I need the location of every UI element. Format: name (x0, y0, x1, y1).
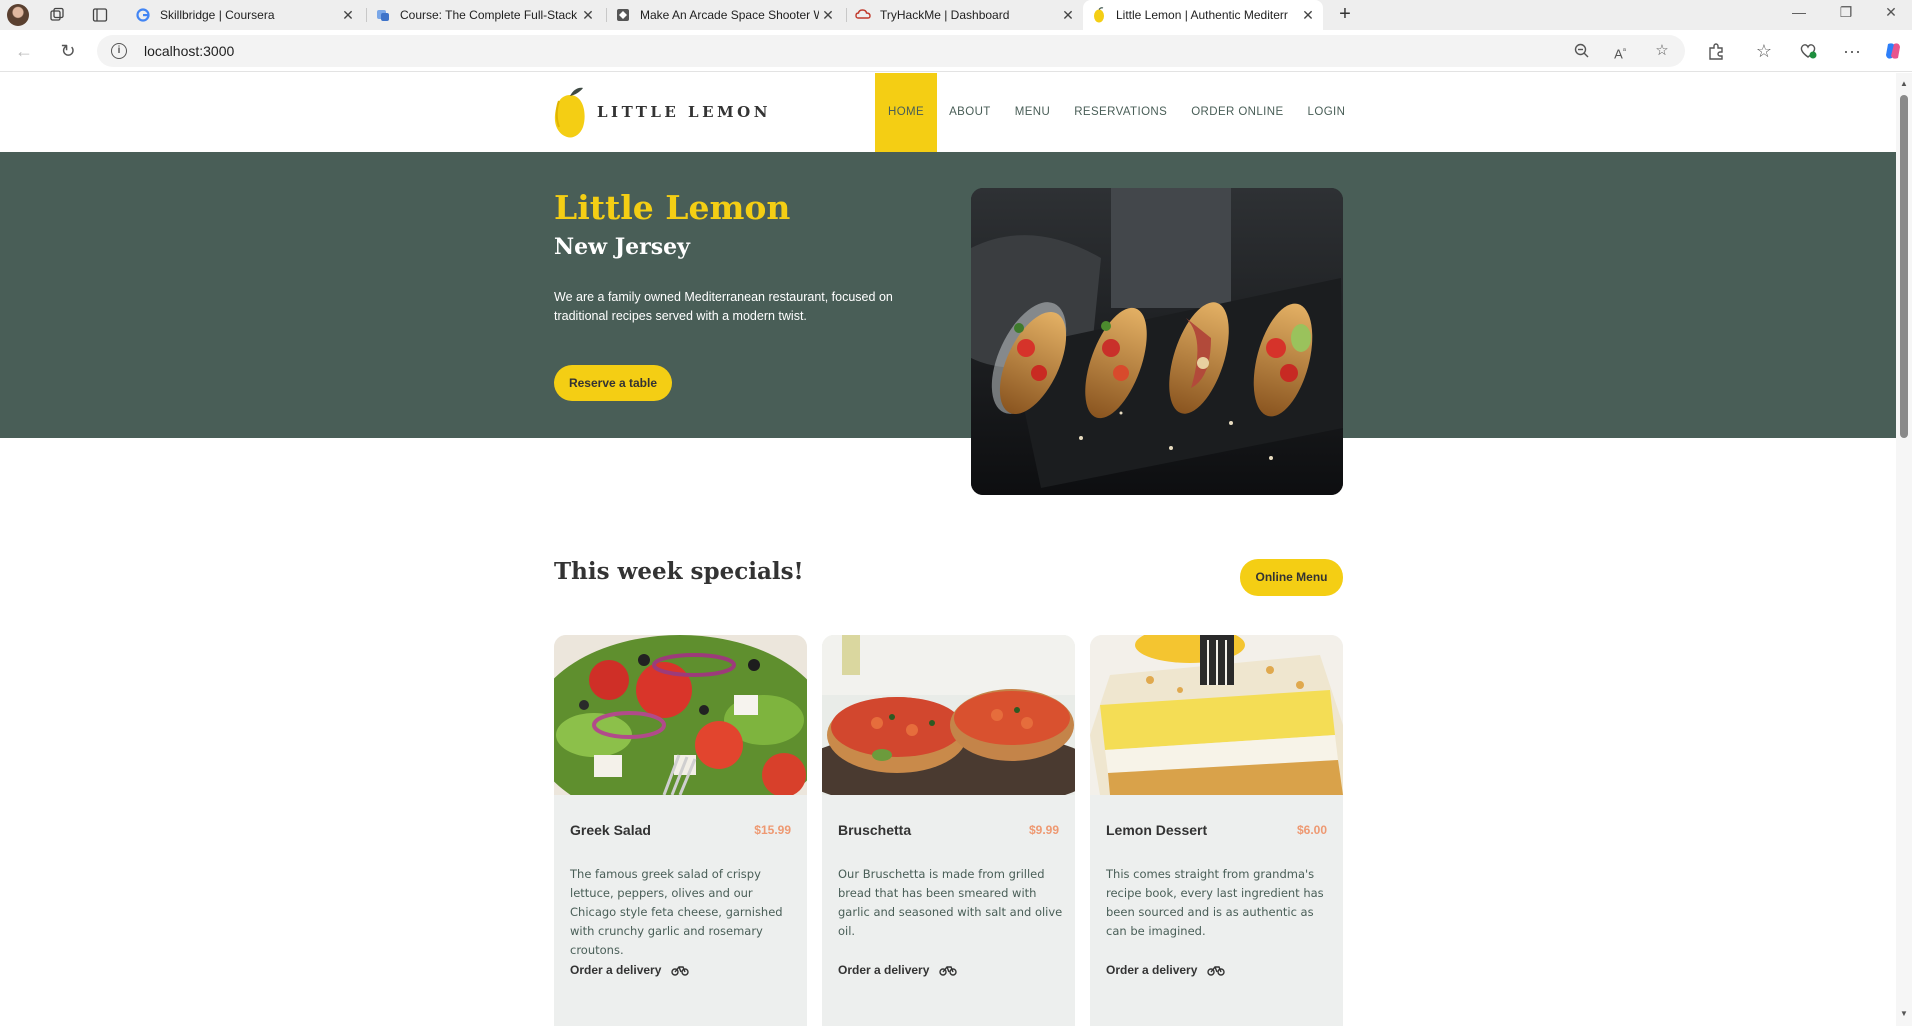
reserve-table-button[interactable]: Reserve a table (554, 365, 672, 401)
browser-tab[interactable]: Course: The Complete Full-Stack W ✕ (367, 0, 603, 30)
page-viewport: LITTLE LEMON HOME ABOUT MENU RESERVATION… (0, 73, 1896, 1026)
special-card[interactable]: Greek Salad $15.99 The famous greek sala… (554, 635, 807, 1026)
tab-title: Make An Arcade Space Shooter W (640, 8, 819, 22)
hero-section: Little Lemon New Jersey We are a family … (0, 152, 1896, 438)
site-info-icon[interactable]: i (111, 43, 127, 59)
site-header: LITTLE LEMON HOME ABOUT MENU RESERVATION… (0, 73, 1896, 152)
delivery-bike-icon (1207, 966, 1226, 976)
order-delivery-label: Order a delivery (570, 963, 662, 977)
minimize-button[interactable]: — (1784, 4, 1814, 20)
nav-about[interactable]: ABOUT (937, 73, 1003, 152)
address-url[interactable]: localhost:3000 (144, 43, 234, 59)
order-delivery-label: Order a delivery (1106, 963, 1198, 977)
tab-title: Course: The Complete Full-Stack W (400, 8, 579, 22)
back-icon[interactable]: ← (13, 40, 35, 62)
favorite-star-icon[interactable]: ☆ (1653, 42, 1671, 60)
page-scrollbar[interactable]: ▲ ▼ (1896, 73, 1912, 1026)
tab-title: Skillbridge | Coursera (160, 8, 275, 22)
delivery-bike-icon (939, 966, 958, 976)
close-window-button[interactable]: ✕ (1876, 4, 1906, 21)
zoom-out-icon[interactable] (1573, 42, 1591, 60)
restore-button[interactable]: ❐ (1831, 4, 1861, 21)
nav-login[interactable]: LOGIN (1296, 73, 1358, 152)
online-menu-button[interactable]: Online Menu (1240, 559, 1343, 596)
workspaces-icon[interactable] (48, 6, 66, 24)
special-card[interactable]: Lemon Dessert $6.00 This comes straight … (1090, 635, 1343, 1026)
dish-name: Greek Salad (570, 822, 651, 838)
order-delivery-link[interactable]: Order a delivery (570, 963, 690, 977)
browser-essentials-icon[interactable] (1798, 41, 1818, 61)
order-delivery-link[interactable]: Order a delivery (1106, 963, 1226, 977)
hero-subtitle: New Jersey (554, 234, 690, 260)
browser-toolbar: ← ↻ i localhost:3000 Aᵃ ☆ ☆ ··· (0, 30, 1912, 72)
tab-actions-icon[interactable] (91, 6, 109, 24)
close-tab-icon[interactable]: ✕ (579, 7, 597, 24)
dish-name: Bruschetta (838, 822, 912, 838)
dish-price: $9.99 (1028, 823, 1059, 837)
tryhackme-icon (855, 7, 871, 23)
dish-description: Our Bruschetta is made from grilled brea… (838, 867, 1063, 938)
nav-home[interactable]: HOME (875, 73, 938, 152)
dish-description: This comes straight from grandma's recip… (1106, 867, 1324, 938)
new-tab-button[interactable]: + (1334, 4, 1356, 26)
special-card[interactable]: Bruschetta $9.99 Our Bruschetta is made … (822, 635, 1075, 1026)
browser-tab[interactable]: Make An Arcade Space Shooter W ✕ (607, 0, 843, 30)
google-icon (135, 7, 151, 23)
tab-title: Little Lemon | Authentic Mediterr (1116, 8, 1288, 22)
refresh-icon[interactable]: ↻ (57, 40, 79, 62)
extensions-icon[interactable] (1706, 41, 1726, 61)
hero-description: We are a family owned Mediterranean rest… (554, 290, 893, 323)
brand-name: LITTLE LEMON (597, 103, 771, 121)
order-delivery-link[interactable]: Order a delivery (838, 963, 958, 977)
close-tab-icon[interactable]: ✕ (339, 7, 357, 24)
browser-tab[interactable]: Skillbridge | Coursera ✕ (127, 0, 363, 30)
tab-title: TryHackMe | Dashboard (880, 8, 1010, 22)
specials-title: This week specials! (554, 558, 804, 585)
greek-salad-image (554, 635, 807, 825)
browser-tab-active[interactable]: Little Lemon | Authentic Mediterr ✕ (1083, 0, 1323, 30)
nav-order-online[interactable]: ORDER ONLINE (1179, 73, 1295, 152)
course-icon (375, 7, 391, 23)
address-bar[interactable]: i localhost:3000 Aᵃ ☆ (97, 35, 1685, 67)
more-options-icon[interactable]: ··· (1841, 40, 1863, 62)
lemon-dessert-image (1090, 635, 1343, 795)
copilot-icon[interactable] (1882, 40, 1904, 62)
nav-menu[interactable]: MENU (1003, 73, 1062, 152)
site-logo[interactable]: LITTLE LEMON (553, 85, 771, 139)
delivery-bike-icon (671, 966, 690, 976)
main-nav: HOME ABOUT MENU RESERVATIONS ORDER ONLIN… (875, 73, 1357, 152)
close-tab-icon[interactable]: ✕ (1059, 7, 1077, 24)
read-aloud-icon[interactable]: Aᵃ (1611, 42, 1629, 61)
nav-reservations[interactable]: RESERVATIONS (1062, 73, 1179, 152)
scroll-down-arrow-icon[interactable]: ▼ (1899, 1009, 1909, 1018)
hero-food-image (971, 188, 1343, 495)
browser-tab[interactable]: TryHackMe | Dashboard ✕ (847, 0, 1083, 30)
dish-description: The famous greek salad of crispy lettuce… (570, 867, 783, 957)
dish-price: $15.99 (754, 823, 791, 837)
close-tab-icon[interactable]: ✕ (819, 7, 837, 24)
scrollbar-thumb[interactable] (1900, 95, 1908, 438)
browser-tabstrip: Skillbridge | Coursera ✕ Course: The Com… (0, 0, 1912, 30)
favorites-icon[interactable]: ☆ (1753, 40, 1775, 62)
close-tab-icon[interactable]: ✕ (1299, 7, 1317, 24)
profile-avatar[interactable] (7, 4, 29, 26)
bruschetta-image (822, 635, 1075, 810)
dish-price: $6.00 (1296, 823, 1327, 837)
order-delivery-label: Order a delivery (838, 963, 930, 977)
dish-name: Lemon Dessert (1106, 822, 1208, 838)
hero-title: Little Lemon (554, 188, 791, 227)
scroll-up-arrow-icon[interactable]: ▲ (1899, 79, 1909, 88)
lemon-icon (1091, 7, 1107, 23)
unity-icon (615, 7, 631, 23)
lemon-logo-icon (554, 87, 585, 138)
